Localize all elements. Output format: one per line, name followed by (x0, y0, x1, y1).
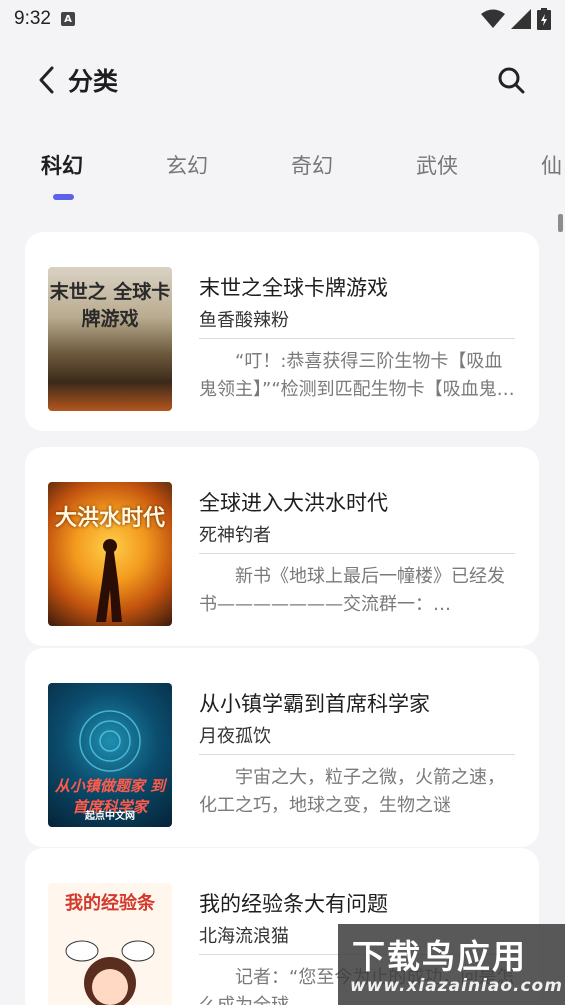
book-description: 宇宙之大，粒子之微，火箭之速，化工之巧，地球之变，生物之谜 (199, 767, 505, 816)
status-time: 9:32 (14, 8, 51, 29)
divider (199, 754, 515, 755)
scrollbar[interactable] (558, 214, 563, 232)
tab-scifi[interactable]: 科幻 (41, 150, 83, 180)
search-button[interactable] (491, 60, 531, 100)
book-title: 全球进入大洪水时代 (199, 491, 388, 515)
book-cover: 大洪水时代 (48, 482, 172, 626)
book-cover: 我的经验条 (48, 883, 172, 1005)
book-description: “叮！:恭喜获得三阶生物卡【吸血鬼领主】”“检测到匹配生物卡【吸血鬼领主】 (199, 351, 515, 400)
book-author: 鱼香酸辣粉 (199, 310, 289, 331)
battery-icon (537, 8, 551, 30)
divider (199, 338, 515, 339)
tab-xianxia[interactable]: 仙 (541, 150, 562, 180)
search-icon (498, 67, 525, 94)
page-title: 分类 (68, 67, 119, 96)
back-button[interactable] (26, 60, 66, 100)
tab-wuxia[interactable]: 武侠 (416, 150, 458, 180)
book-cover: 末世之 全球卡牌游戏 (48, 267, 172, 411)
app-header: 分类 (0, 50, 565, 110)
cover-girl-image (65, 940, 155, 1005)
tab-xuanhuan[interactable]: 玄幻 (166, 150, 208, 180)
book-card[interactable]: 从小镇做题家 到首席科学家 起点中文网 从小镇学霸到首席科学家 月夜孤饮 宇宙之… (25, 648, 539, 847)
tab-fantasy[interactable]: 奇幻 (291, 150, 333, 180)
cover-title: 末世之 全球卡牌游戏 (49, 281, 171, 330)
book-card[interactable]: 大洪水时代 全球进入大洪水时代 死神钓者 新书《地球上最后一幢楼》已经发书———… (25, 447, 539, 646)
book-card[interactable]: 末世之 全球卡牌游戏 末世之全球卡牌游戏 鱼香酸辣粉 “叮！:恭喜获得三阶生物卡… (25, 232, 539, 431)
watermark-main: 下载鸟应用 (352, 937, 527, 976)
category-tabs: 科幻 玄幻 奇幻 武侠 仙 (0, 140, 565, 210)
book-author: 死神钓者 (199, 525, 271, 546)
book-author: 月夜孤饮 (199, 726, 271, 747)
watermark-url: www.xiazainiao.com (350, 976, 563, 996)
signal-icon (511, 9, 531, 29)
active-tab-indicator (53, 194, 74, 200)
book-description: 新书《地球上最后一幢楼》已经发书———————交流群一：25540034 (199, 566, 505, 615)
cover-figure-image (96, 539, 122, 622)
status-icons (481, 8, 551, 30)
book-title: 末世之全球卡牌游戏 (199, 276, 388, 300)
watermark: 下载鸟应用 www.xiazainiao.com (338, 924, 565, 1005)
divider (199, 553, 515, 554)
status-bar: 9:32 A (0, 0, 565, 38)
book-author: 北海流浪猫 (199, 926, 289, 947)
chevron-left-icon (39, 66, 54, 94)
notification-icon: A (60, 12, 75, 26)
wifi-icon (481, 9, 505, 28)
book-title: 从小镇学霸到首席科学家 (199, 692, 430, 716)
book-cover: 从小镇做题家 到首席科学家 起点中文网 (48, 683, 172, 827)
cover-publisher: 起点中文网 (85, 811, 135, 822)
book-title: 我的经验条大有问题 (199, 892, 388, 916)
